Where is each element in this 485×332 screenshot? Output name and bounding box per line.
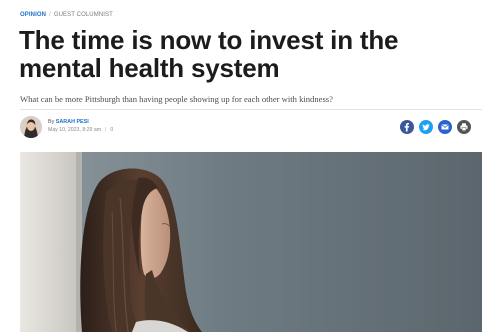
article-page: OPINION / GUEST COLUMNIST The time is now … <box>0 0 485 332</box>
publish-date: May 10, 2023, 8:29 am <box>48 127 102 133</box>
author-line: By SARAH PESI <box>48 119 113 126</box>
author-avatar-image <box>20 116 42 138</box>
share-facebook-button[interactable] <box>400 120 414 134</box>
share-email-button[interactable] <box>438 120 452 134</box>
share-twitter-button[interactable] <box>419 120 433 134</box>
article-meta: May 10, 2023, 8:29 am | 0 <box>48 126 113 134</box>
byline-prefix: By <box>48 119 55 125</box>
meta-separator: | <box>105 127 107 133</box>
print-icon <box>460 123 468 131</box>
header-divider <box>20 109 482 110</box>
hero-image <box>20 152 482 332</box>
breadcrumb-separator: / <box>49 12 51 18</box>
breadcrumb: OPINION / GUEST COLUMNIST <box>20 12 113 18</box>
byline-text: By SARAH PESI May 10, 2023, 8:29 am | 0 <box>48 119 113 134</box>
breadcrumb-opinion-link[interactable]: OPINION <box>20 12 46 18</box>
email-icon <box>441 124 449 130</box>
twitter-icon <box>422 124 430 131</box>
share-print-button[interactable] <box>457 120 471 134</box>
hero-photo <box>20 152 482 332</box>
facebook-icon <box>404 123 410 132</box>
author-avatar[interactable] <box>20 116 42 138</box>
article-subheadline: What can be more Pittsburgh than having … <box>20 94 333 104</box>
comment-count[interactable]: 0 <box>110 127 113 133</box>
article-headline: The time is now to invest in the mental … <box>19 25 399 83</box>
breadcrumb-guest-columnist-link[interactable]: GUEST COLUMNIST <box>54 12 113 18</box>
author-name-link[interactable]: SARAH PESI <box>56 119 89 125</box>
